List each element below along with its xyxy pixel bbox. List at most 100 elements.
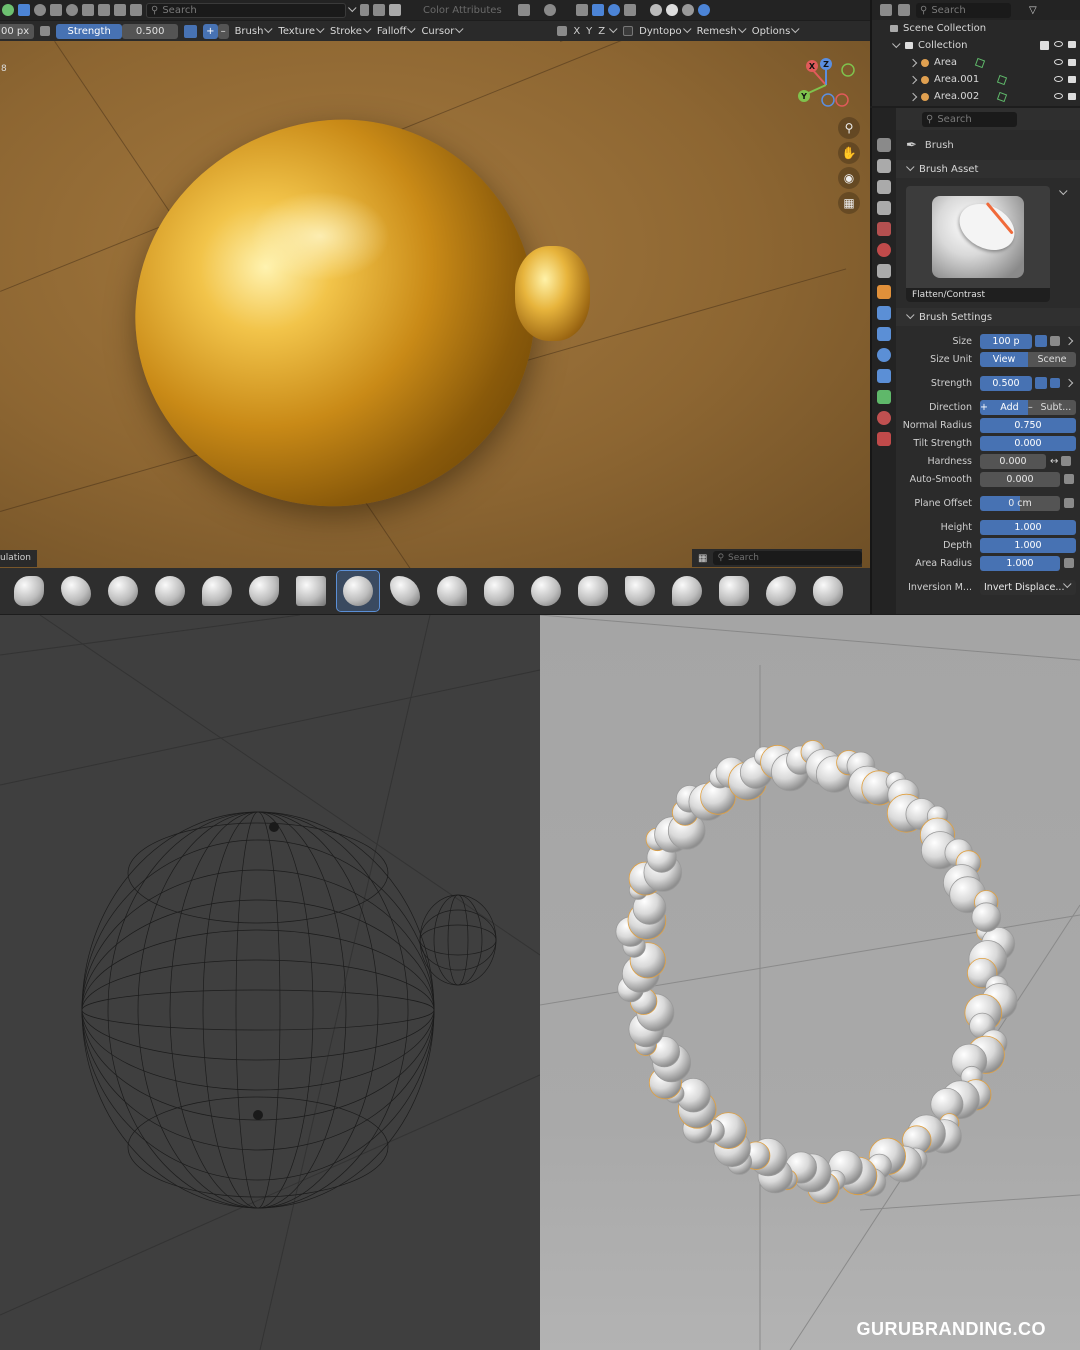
layers-icon[interactable] <box>114 4 126 16</box>
inflate-icon[interactable] <box>525 571 567 611</box>
dyntopo-menu[interactable]: Dyntopo <box>639 24 692 37</box>
axis-x-toggle[interactable]: X <box>573 26 580 37</box>
camera-icon[interactable] <box>1068 93 1076 100</box>
invert-arrows-icon[interactable]: ↔ <box>1050 456 1058 467</box>
globe-icon[interactable] <box>66 4 78 16</box>
view-options-icon[interactable] <box>898 4 910 16</box>
overlay-icon[interactable] <box>607 4 620 16</box>
radius-field[interactable]: 00 px <box>0 23 35 39</box>
gizmo-x[interactable]: X <box>806 60 818 72</box>
cursor-menu[interactable]: Cursor <box>421 24 464 37</box>
solid-shading-icon[interactable] <box>665 4 678 16</box>
pressure-toggle-icon[interactable] <box>184 24 198 38</box>
chevron-right-icon[interactable] <box>908 92 918 101</box>
clay-icon[interactable] <box>102 571 144 611</box>
camera-view-icon[interactable]: ◉ <box>838 167 860 189</box>
pen-icon[interactable] <box>1064 474 1074 484</box>
chevron-down-icon[interactable] <box>1059 186 1068 196</box>
select-mode-icon[interactable] <box>18 4 30 16</box>
gizmo-y[interactable]: Y <box>798 90 810 102</box>
blender-icon[interactable] <box>2 4 14 16</box>
bead-ring-viewport[interactable]: GURUBRANDING.CO <box>540 615 1080 1350</box>
direction-subtract[interactable]: – Subt... <box>1028 399 1076 415</box>
chevron-down-icon[interactable] <box>609 24 618 34</box>
eye-icon[interactable] <box>1054 93 1063 99</box>
pose-icon[interactable] <box>807 571 849 611</box>
constraints-tab-icon[interactable] <box>877 369 891 383</box>
butterfly-symmetry-icon[interactable] <box>557 26 568 36</box>
physics-tab-icon[interactable] <box>877 348 891 362</box>
view-layers-icon[interactable] <box>373 4 385 16</box>
plane-offset-slider[interactable]: 0 cm <box>980 495 1060 511</box>
output-tab-icon[interactable] <box>877 180 891 194</box>
pen-icon[interactable] <box>1061 456 1072 466</box>
gold-small-sphere[interactable] <box>515 246 590 341</box>
camera-icon[interactable] <box>1068 76 1076 83</box>
pen-icon[interactable] <box>1050 378 1060 388</box>
size-unit-scene[interactable]: Scene <box>1028 351 1076 367</box>
pen-icon[interactable] <box>1064 558 1074 568</box>
texture-tab-icon[interactable] <box>877 432 891 446</box>
collection-row[interactable]: Collection <box>872 37 1080 54</box>
pivot-icon[interactable] <box>543 4 556 16</box>
color-attributes-label[interactable]: Color Attributes <box>423 5 502 16</box>
inversion-mode-dropdown[interactable]: Invert Displace... <box>980 579 1076 595</box>
checkbox-icon[interactable] <box>1040 41 1049 50</box>
pen-icon[interactable] <box>1064 498 1074 508</box>
xray-icon[interactable] <box>623 4 636 16</box>
draw-icon[interactable] <box>8 571 50 611</box>
image-icon[interactable] <box>130 4 142 16</box>
scene-collection-row[interactable]: Scene Collection <box>872 20 1080 37</box>
camera-icon[interactable] <box>1068 59 1076 66</box>
data-tab-icon[interactable] <box>877 390 891 404</box>
remesh-menu[interactable]: Remesh <box>697 24 747 37</box>
eye-icon[interactable] <box>1054 59 1063 65</box>
outliner-item-area-001[interactable]: Area.001 <box>872 71 1080 88</box>
perspective-grid-icon[interactable]: ▦ <box>838 192 860 214</box>
scene-tab-icon[interactable] <box>877 222 891 236</box>
layer-icon[interactable] <box>478 571 520 611</box>
modifier-tab-icon[interactable] <box>877 306 891 320</box>
chevron-right-icon[interactable] <box>1064 336 1074 346</box>
axis-z-toggle[interactable]: Z <box>598 26 605 37</box>
hardness-slider[interactable]: 0.000 <box>980 453 1046 469</box>
asset-search[interactable]: ⚲ Search <box>713 551 862 565</box>
axis-y-toggle[interactable]: Y <box>586 26 592 37</box>
scrape-icon[interactable] <box>384 571 426 611</box>
dyntopo-checkbox[interactable] <box>623 26 634 36</box>
size-field[interactable]: 100 p <box>980 333 1032 349</box>
chevron-right-icon[interactable] <box>908 58 918 67</box>
collection-tab-icon[interactable] <box>877 264 891 278</box>
chevron-down-icon[interactable] <box>348 3 357 13</box>
brush-settings-section[interactable]: Brush Settings <box>896 308 1080 326</box>
grid-view-icon[interactable]: ▦ <box>698 553 707 564</box>
stroke-menu[interactable]: Stroke <box>330 24 372 37</box>
subtract-direction-button[interactable]: – <box>217 23 229 39</box>
clay-strips-icon[interactable] <box>149 571 191 611</box>
brush-preview[interactable]: Flatten/Contrast <box>906 186 1050 302</box>
bookmark-icon[interactable] <box>360 4 369 16</box>
gizmo-toggle-icon[interactable] <box>591 4 604 16</box>
outliner-search[interactable]: ⚲ Search <box>916 2 1011 18</box>
auto-smooth-slider[interactable]: 0.000 <box>980 471 1060 487</box>
falloff-menu[interactable]: Falloff <box>377 24 416 37</box>
object-tab-icon[interactable] <box>877 285 891 299</box>
elastic-icon[interactable] <box>760 571 802 611</box>
flatten-contrast-icon[interactable] <box>336 570 380 612</box>
chevron-right-icon[interactable] <box>1064 378 1074 388</box>
crease-icon[interactable] <box>243 571 285 611</box>
rendered-shading-icon[interactable] <box>697 4 710 16</box>
grab-icon[interactable] <box>619 571 661 611</box>
pen-pressure-icon[interactable] <box>40 26 51 36</box>
strength-label[interactable]: Strength <box>56 23 123 39</box>
draw-sharp-icon[interactable] <box>55 571 97 611</box>
pan-hand-icon[interactable]: ✋ <box>838 142 860 164</box>
options-menu[interactable]: Options <box>752 24 800 37</box>
header-search[interactable]: ⚲ Search <box>146 2 346 18</box>
view-layer-tab-icon[interactable] <box>877 201 891 215</box>
depth-slider[interactable]: 1.000 <box>980 537 1076 553</box>
render-tab-icon[interactable] <box>877 159 891 173</box>
sphere-icon[interactable] <box>34 4 46 16</box>
mask-icon[interactable] <box>50 4 62 16</box>
eye-icon[interactable] <box>1054 41 1063 47</box>
